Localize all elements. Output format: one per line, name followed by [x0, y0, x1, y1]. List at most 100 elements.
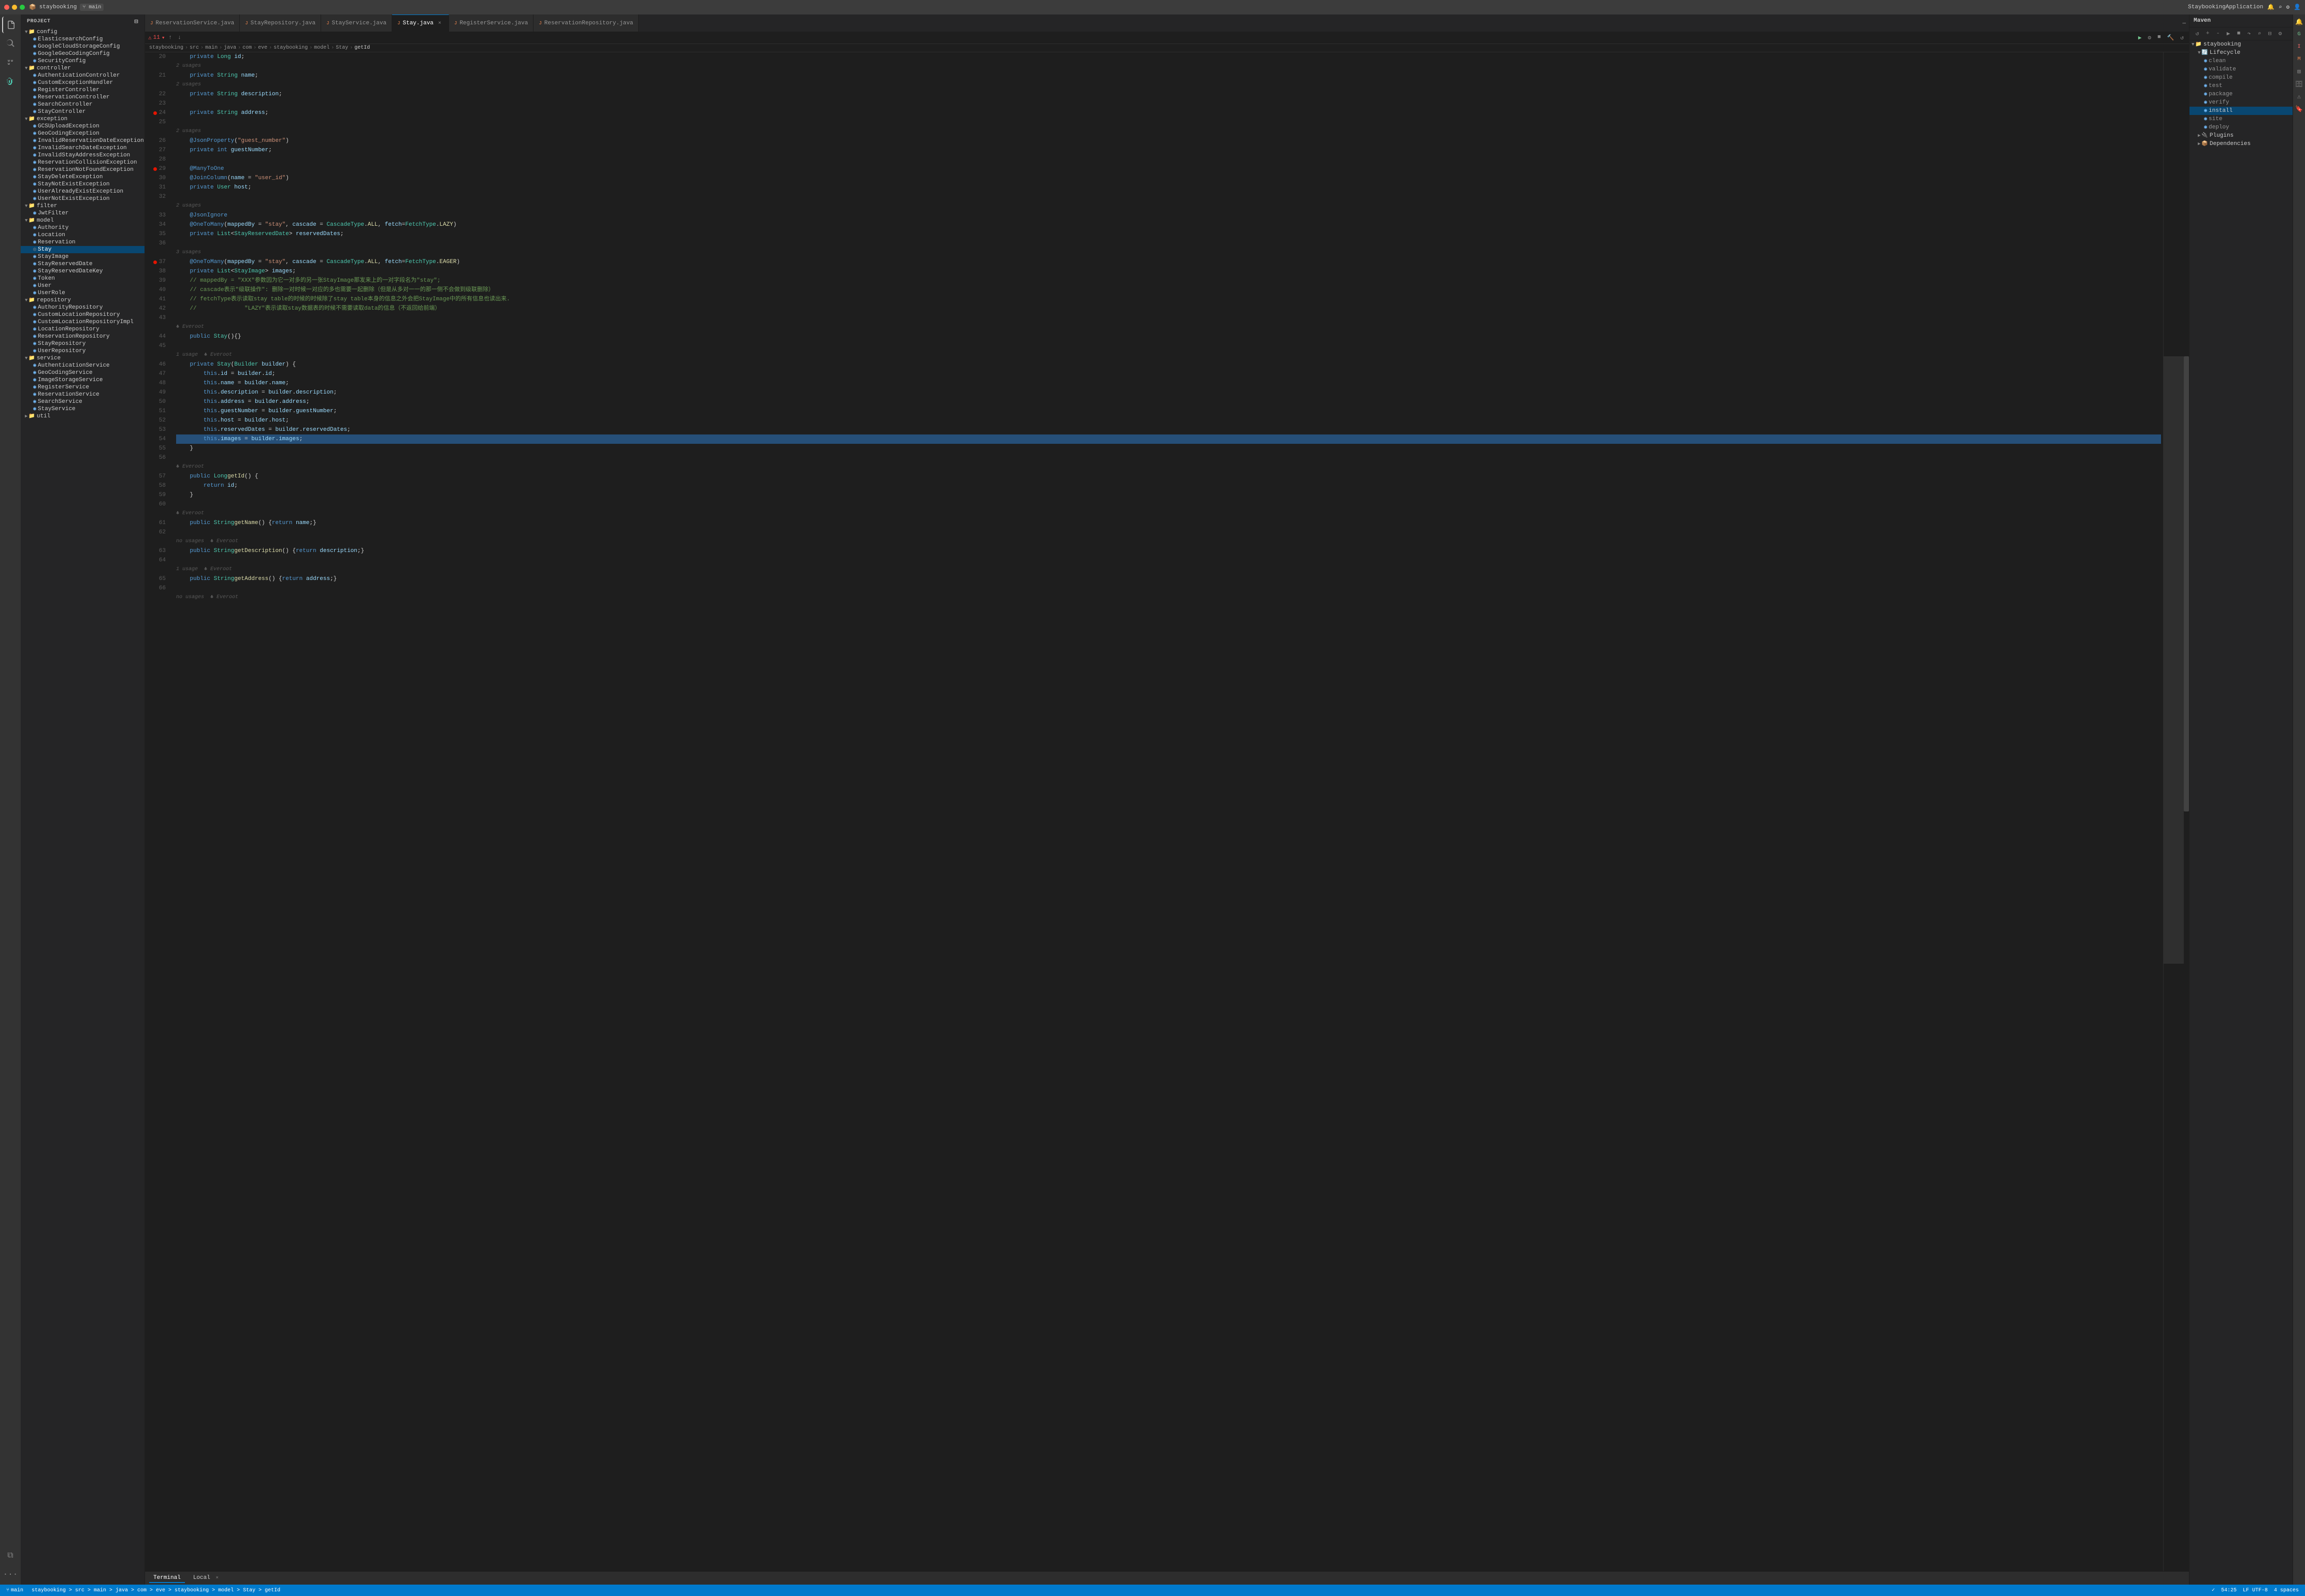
- terminal-tab-local[interactable]: Local ×: [189, 1574, 223, 1583]
- stop-button[interactable]: ■: [2155, 33, 2163, 42]
- maven-root-staybooking[interactable]: ▼ 📁 staybooking: [2189, 40, 2293, 49]
- tree-file-invalidresdate[interactable]: ◉ InvalidReservationDateException: [21, 137, 145, 144]
- maven-dependencies[interactable]: ▶ 📦 Dependencies: [2189, 140, 2293, 148]
- activity-more[interactable]: ···: [2, 1566, 19, 1583]
- search-icon[interactable]: ⌕: [2279, 4, 2282, 11]
- tab-stayrepository[interactable]: J StayRepository.java: [240, 14, 321, 32]
- git-icon[interactable]: G: [2294, 29, 2304, 39]
- code-content[interactable]: private Long id; 2 usages private String…: [174, 52, 2163, 1571]
- maven-stop-button[interactable]: ■: [2234, 29, 2243, 38]
- breadcrumb-staybooking[interactable]: staybooking: [149, 45, 183, 51]
- next-error-button[interactable]: ↓: [176, 34, 183, 42]
- maven-skip-button[interactable]: ↷: [2244, 29, 2254, 38]
- sidebar-content[interactable]: ▼ 📁 config ◉ ElasticsearchConfig ◉ Googl…: [21, 28, 145, 1585]
- tree-file-geocodingex[interactable]: ◉ GeoCodingException: [21, 130, 145, 137]
- tab-reservationrepository[interactable]: J ReservationRepository.java: [534, 14, 639, 32]
- tree-file-userrepo[interactable]: ◉ UserRepository: [21, 347, 145, 355]
- activity-search[interactable]: [2, 35, 19, 52]
- tree-file-staycontroller[interactable]: ◉ StayController: [21, 108, 145, 115]
- maven-run-button[interactable]: ▶: [2224, 29, 2233, 38]
- tree-file-stayrepo[interactable]: ◉ StayRepository: [21, 340, 145, 347]
- tree-file-authservice[interactable]: ◉ AuthenticationService: [21, 362, 145, 369]
- tree-file-stayreserdatekey[interactable]: ◉ StayReservedDateKey: [21, 268, 145, 275]
- project-name[interactable]: staybooking: [39, 4, 77, 10]
- refresh-button[interactable]: ↺: [2178, 33, 2186, 42]
- maven-package[interactable]: ◉ package: [2189, 90, 2293, 98]
- tree-file-staydel[interactable]: ◉ StayDeleteException: [21, 173, 145, 181]
- breadcrumb-staybooking2[interactable]: staybooking: [273, 45, 308, 51]
- tree-file-userrole[interactable]: ◉ UserRole: [21, 289, 145, 297]
- breadcrumb-com[interactable]: com: [242, 45, 252, 51]
- maven-add-button[interactable]: +: [2203, 29, 2212, 38]
- maximize-button[interactable]: [20, 5, 25, 10]
- tree-file-gcsuploadex[interactable]: ◉ GCSUploadException: [21, 123, 145, 130]
- tree-file-useralready[interactable]: ◉ UserAlreadyExistException: [21, 188, 145, 195]
- close-button[interactable]: [4, 5, 9, 10]
- problems-icon[interactable]: ⚠: [2294, 91, 2304, 101]
- bookmark-icon[interactable]: 🔖: [2294, 104, 2304, 114]
- maven-install[interactable]: ◉ install: [2189, 107, 2293, 115]
- minimap[interactable]: [2163, 52, 2184, 1571]
- maven-clean[interactable]: ◉ clean: [2189, 57, 2293, 65]
- tree-folder-service[interactable]: ▼ 📁 service: [21, 355, 145, 362]
- notification-panel-icon[interactable]: 🔔: [2294, 17, 2304, 27]
- scrollbar-track[interactable]: [2184, 52, 2189, 1571]
- tree-file-reservation[interactable]: ◉ Reservation: [21, 239, 145, 246]
- tree-file-stay[interactable]: ◎ Stay: [21, 246, 145, 253]
- tree-file-searchservice[interactable]: ◉ SearchService: [21, 398, 145, 405]
- prev-error-button[interactable]: ↑: [166, 34, 174, 42]
- tree-file-resrepo[interactable]: ◉ ReservationRepository: [21, 333, 145, 340]
- tree-file-token[interactable]: ◉ Token: [21, 275, 145, 282]
- tree-folder-model[interactable]: ▼ 📁 model: [21, 217, 145, 224]
- tab-close-button[interactable]: ×: [436, 20, 443, 27]
- tree-file-stayreserveddate[interactable]: ◉ StayReservedDate: [21, 260, 145, 268]
- status-line-col[interactable]: 54:25: [2219, 1588, 2239, 1593]
- tree-file-googlegeocoding[interactable]: ◉ GoogleGeoCodingConfig: [21, 50, 145, 57]
- breadcrumb-main[interactable]: main: [205, 45, 218, 51]
- debug-button[interactable]: ⚙: [2145, 33, 2153, 42]
- tree-file-user[interactable]: ◉ User: [21, 282, 145, 289]
- structure-icon[interactable]: ⊞: [2294, 66, 2304, 77]
- tree-file-securityconfig[interactable]: ◉ SecurityConfig: [21, 57, 145, 65]
- maven-refresh-button[interactable]: ↺: [2193, 29, 2202, 38]
- maven-compile[interactable]: ◉ compile: [2189, 74, 2293, 82]
- terminal-tab-close-icon[interactable]: ×: [215, 1575, 218, 1580]
- branch-badge[interactable]: ⑂ main: [80, 4, 104, 11]
- tree-file-staynotexist[interactable]: ◉ StayNotExistException: [21, 181, 145, 188]
- intellij-icon[interactable]: I: [2294, 41, 2304, 52]
- breadcrumb-eve[interactable]: eve: [258, 45, 267, 51]
- maven-validate[interactable]: ◉ validate: [2189, 65, 2293, 74]
- database-icon[interactable]: 🗄: [2294, 79, 2304, 89]
- tree-file-registerservice[interactable]: ◉ RegisterService: [21, 384, 145, 391]
- activity-git[interactable]: [2, 54, 19, 70]
- tree-folder-repository[interactable]: ▼ 📁 repository: [21, 297, 145, 304]
- tree-file-authrepo[interactable]: ◉ AuthorityRepository: [21, 304, 145, 311]
- tab-reservationservice[interactable]: J ReservationService.java: [145, 14, 240, 32]
- status-path[interactable]: staybooking > src > main > java > com > …: [30, 1588, 282, 1593]
- tree-file-googlecloudstorage[interactable]: ◉ GoogleCloudStorageConfig: [21, 43, 145, 50]
- status-indent[interactable]: 4 spaces: [2272, 1588, 2301, 1593]
- tree-folder-filter[interactable]: ▼ 📁 filter: [21, 202, 145, 210]
- tree-file-imagestorageservice[interactable]: ◉ ImageStorageService: [21, 376, 145, 384]
- status-check-icon[interactable]: ✓: [2210, 1587, 2217, 1593]
- tree-file-rescollision[interactable]: ◉ ReservationCollisionException: [21, 159, 145, 166]
- tree-file-jwtfilter[interactable]: ◉ JwtFilter: [21, 210, 145, 217]
- user-icon[interactable]: 👤: [2294, 4, 2301, 11]
- maven-lifecycle[interactable]: ▼ 🔄 Lifecycle: [2189, 49, 2293, 57]
- terminal-tab-terminal[interactable]: Terminal: [149, 1574, 185, 1583]
- tree-file-searchcontroller[interactable]: ◉ SearchController: [21, 101, 145, 108]
- tree-file-customlocrepo[interactable]: ◉ CustomLocationRepository: [21, 311, 145, 318]
- tree-folder-util[interactable]: ▶ 📁 util: [21, 413, 145, 420]
- activity-explorer[interactable]: [2, 17, 19, 33]
- tree-file-invalidsearchdate[interactable]: ◉ InvalidSearchDateException: [21, 144, 145, 152]
- tab-registerservice[interactable]: J RegisterService.java: [449, 14, 534, 32]
- tree-file-locrepo[interactable]: ◉ LocationRepository: [21, 326, 145, 333]
- maven-search-button[interactable]: ⌕: [2255, 29, 2264, 38]
- breadcrumb-src[interactable]: src: [190, 45, 199, 51]
- maven-minus-button[interactable]: -: [2213, 29, 2223, 38]
- run-button[interactable]: ▶: [2136, 33, 2144, 42]
- activity-extensions[interactable]: ⧉: [2, 1547, 19, 1564]
- maven-icon-strip[interactable]: M: [2294, 54, 2304, 64]
- maven-deploy[interactable]: ◉ deploy: [2189, 123, 2293, 132]
- minimize-button[interactable]: [12, 5, 17, 10]
